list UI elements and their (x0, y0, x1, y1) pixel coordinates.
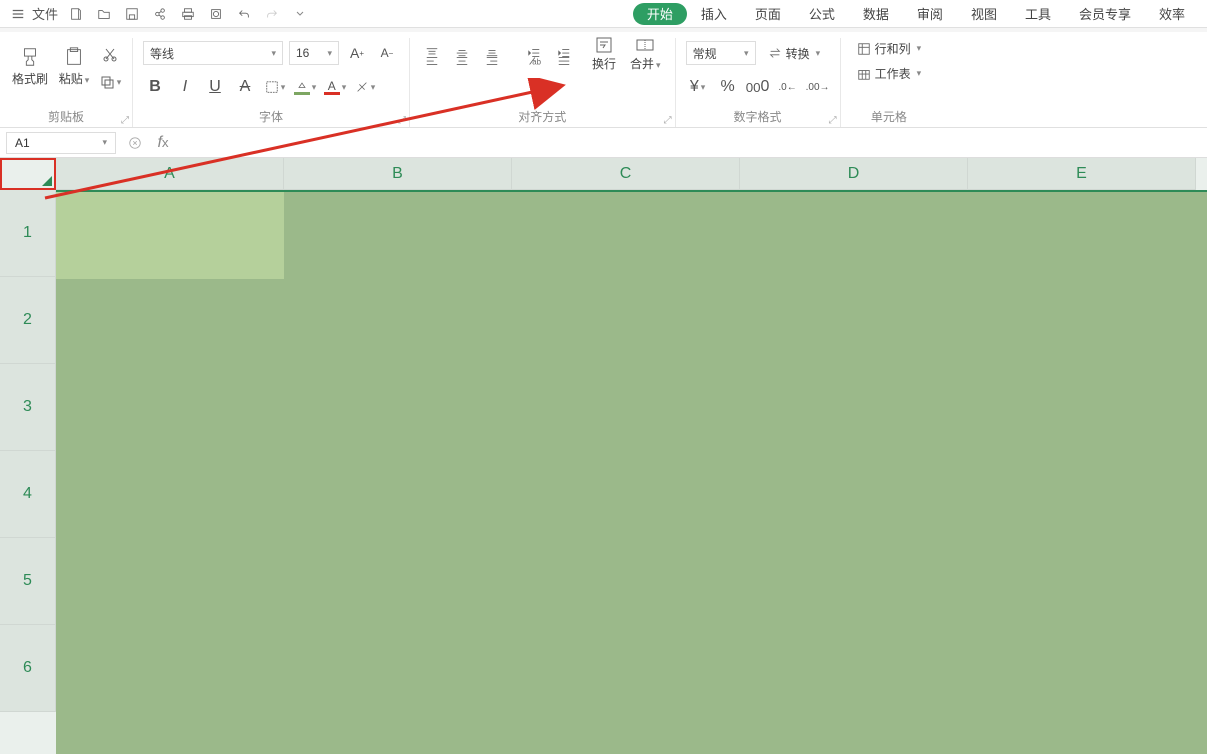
font-size-select[interactable]: 16▾ (289, 41, 339, 65)
row-header-1[interactable]: 1 (0, 190, 56, 277)
strikethrough-button[interactable]: A (233, 75, 257, 99)
col-header-e[interactable]: E (968, 158, 1196, 190)
formula-bar: A1 ▾ fx (0, 128, 1207, 158)
paste-button[interactable]: 粘贴▾ (54, 38, 94, 94)
clear-format-button[interactable]: ▾ (353, 75, 377, 99)
row-header-4[interactable]: 4 (0, 451, 56, 538)
ribbon-group-cell: 行和列▾ 工作表▾ 单元格 (841, 38, 938, 127)
quick-access-toolbar (66, 4, 310, 24)
row-header-5[interactable]: 5 (0, 538, 56, 625)
tab-insert[interactable]: 插入 (687, 3, 741, 25)
file-menu[interactable]: 文件 (8, 4, 58, 24)
decrease-decimal-icon[interactable]: .0← (776, 75, 800, 99)
col-header-b[interactable]: B (284, 158, 512, 190)
redo-icon[interactable] (262, 4, 282, 24)
underline-button[interactable]: U (203, 75, 227, 99)
align-right-icon[interactable] (480, 49, 504, 73)
print-icon[interactable] (178, 4, 198, 24)
col-header-a[interactable]: A (56, 158, 284, 190)
tab-tools[interactable]: 工具 (1011, 3, 1065, 25)
tab-view[interactable]: 视图 (957, 3, 1011, 25)
cancel-icon[interactable] (126, 134, 144, 152)
qat-dropdown-icon[interactable] (290, 4, 310, 24)
cell-label: 单元格 (871, 108, 907, 125)
row-header-3[interactable]: 3 (0, 364, 56, 451)
italic-button[interactable]: I (173, 75, 197, 99)
tab-data[interactable]: 数据 (849, 3, 903, 25)
convert-button[interactable]: 转换▾ (762, 43, 827, 64)
tab-review[interactable]: 审阅 (903, 3, 957, 25)
tab-vip[interactable]: 会员专享 (1065, 3, 1145, 25)
name-box-dropdown-icon[interactable]: ▾ (102, 137, 107, 148)
clipboard-expand-icon[interactable]: ⤢ (120, 115, 130, 125)
percent-icon[interactable]: % (716, 75, 740, 99)
open-icon[interactable] (94, 4, 114, 24)
tab-page[interactable]: 页面 (741, 3, 795, 25)
svg-text:ab: ab (532, 58, 541, 67)
bold-button[interactable]: B (143, 75, 167, 99)
ribbon-group-alignment: 换行 合并▾ ab 对齐方式 ⤢ (410, 38, 676, 127)
cell-area[interactable] (56, 190, 1207, 754)
share-icon[interactable] (150, 4, 170, 24)
rowcol-button[interactable]: 行和列▾ (851, 38, 928, 59)
font-label: 字体 (259, 108, 283, 125)
border-button[interactable]: ▾ (263, 75, 287, 99)
alignment-expand-icon[interactable]: ⤢ (663, 115, 673, 125)
select-all-corner[interactable] (0, 158, 56, 190)
number-label: 数字格式 (734, 108, 782, 125)
copy-button[interactable]: ▾ (98, 70, 122, 94)
clipboard-label: 剪贴板 (48, 108, 84, 125)
col-header-d[interactable]: D (740, 158, 968, 190)
currency-icon[interactable]: ¥▾ (686, 75, 710, 99)
fx-icon[interactable]: fx (154, 134, 172, 152)
cut-button[interactable] (98, 42, 122, 66)
row-headers: 1 2 3 4 5 6 (0, 190, 56, 754)
align-center-icon[interactable] (450, 49, 474, 73)
file-label: 文件 (32, 4, 58, 23)
font-name-select[interactable]: 等线▾ (143, 41, 283, 65)
tab-efficiency[interactable]: 效率 (1145, 3, 1199, 25)
format-painter-button[interactable]: 格式刷 (10, 38, 50, 94)
undo-icon[interactable] (234, 4, 254, 24)
spreadsheet-grid: A B C D E 1 2 3 4 5 6 (0, 158, 1207, 754)
name-box[interactable]: A1 ▾ (6, 132, 116, 154)
justify-icon[interactable] (552, 49, 576, 73)
alignment-label: 对齐方式 (518, 108, 566, 125)
col-header-c[interactable]: C (512, 158, 740, 190)
sheet-button[interactable]: 工作表▾ (851, 63, 928, 84)
column-headers: A B C D E (0, 158, 1207, 190)
fill-color-button[interactable]: ▾ (293, 75, 317, 99)
menu-bar: 文件 开始 插入 页面 公式 数据 审阅 视图 工具 会员专享 效率 (0, 0, 1207, 28)
increase-decimal-icon[interactable]: .00→ (806, 75, 830, 99)
ribbon-group-clipboard: 格式刷 粘贴▾ ▾ 剪贴板 ⤢ (0, 38, 133, 127)
increase-font-icon[interactable]: A+ (345, 41, 369, 65)
ribbon-group-number: 常规▾ 转换▾ ¥▾ % 000 .0← .00→ 数字格式 ⤢ (676, 38, 841, 127)
orientation-icon[interactable]: ab (522, 49, 546, 73)
print-preview-icon[interactable] (206, 4, 226, 24)
row-header-6[interactable]: 6 (0, 625, 56, 712)
ribbon-tabs: 开始 插入 页面 公式 数据 审阅 视图 工具 会员专享 效率 (633, 3, 1199, 25)
tab-formula[interactable]: 公式 (795, 3, 849, 25)
font-expand-icon[interactable]: ⤢ (397, 115, 407, 125)
number-expand-icon[interactable]: ⤢ (828, 115, 838, 125)
decrease-font-icon[interactable]: A− (375, 41, 399, 65)
new-icon[interactable] (66, 4, 86, 24)
active-cell[interactable] (56, 192, 284, 279)
number-format-select[interactable]: 常规▾ (686, 41, 756, 65)
hamburger-icon (8, 4, 28, 24)
ribbon-group-font: 等线▾ 16▾ A+ A− B I U A ▾ ▾ (133, 38, 410, 127)
ribbon: 格式刷 粘贴▾ ▾ 剪贴板 ⤢ 等线▾ 16▾ A+ A− B I (0, 32, 1207, 128)
tab-home[interactable]: 开始 (633, 3, 687, 25)
comma-icon[interactable]: 000 (746, 75, 770, 99)
font-color-button[interactable]: A ▾ (323, 75, 347, 99)
row-header-2[interactable]: 2 (0, 277, 56, 364)
align-left-icon[interactable] (420, 49, 444, 73)
save-icon[interactable] (122, 4, 142, 24)
